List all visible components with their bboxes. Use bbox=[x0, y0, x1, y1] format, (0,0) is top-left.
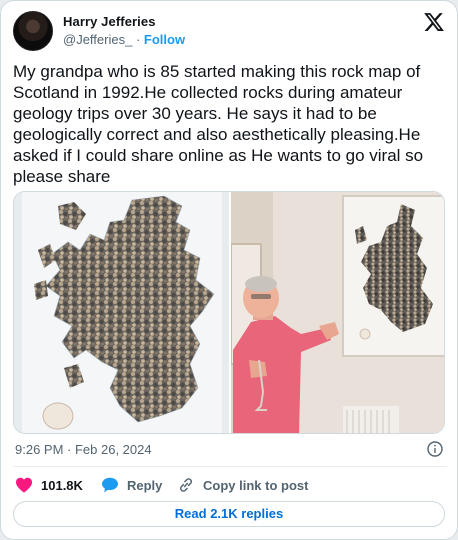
post-header: Harry Jefferies @Jefferies_ · Follow bbox=[13, 11, 447, 51]
read-replies-button[interactable]: Read 2.1K replies bbox=[13, 501, 445, 527]
author-subline: @Jefferies_ · Follow bbox=[63, 32, 185, 47]
avatar[interactable] bbox=[13, 11, 53, 51]
like-button[interactable]: 101.8K bbox=[15, 475, 83, 495]
rock-map-of-scotland-photo[interactable] bbox=[14, 192, 229, 434]
reply-bubble-icon bbox=[102, 477, 118, 493]
reply-button[interactable]: Reply bbox=[101, 475, 162, 495]
reply-label: Reply bbox=[127, 477, 163, 493]
separator-dot: · bbox=[135, 32, 141, 47]
copy-link-label: Copy link to post bbox=[203, 477, 309, 493]
link-icon bbox=[179, 478, 193, 492]
likes-count: 101.8K bbox=[41, 477, 83, 493]
info-icon[interactable] bbox=[427, 441, 443, 457]
follow-button[interactable]: Follow bbox=[144, 32, 185, 47]
grandpa-pointing-at-map-photo[interactable] bbox=[231, 192, 445, 434]
post-text: My grandpa who is 85 started making this… bbox=[13, 62, 424, 186]
embedded-post-card: Harry Jefferies @Jefferies_ · Follow My … bbox=[0, 0, 458, 540]
author-handle[interactable]: @Jefferies_ bbox=[63, 32, 132, 47]
x-logo-icon[interactable] bbox=[423, 11, 445, 33]
heart-icon bbox=[16, 477, 32, 493]
author-name[interactable]: Harry Jefferies bbox=[63, 14, 156, 29]
divider bbox=[13, 466, 447, 467]
post-actions: 101.8K Reply Copy link to post bbox=[15, 475, 445, 495]
copy-link-button[interactable]: Copy link to post bbox=[177, 475, 308, 495]
media-grid bbox=[13, 191, 445, 434]
post-timestamp[interactable]: 9:26 PM · Feb 26, 2024 bbox=[15, 442, 152, 457]
